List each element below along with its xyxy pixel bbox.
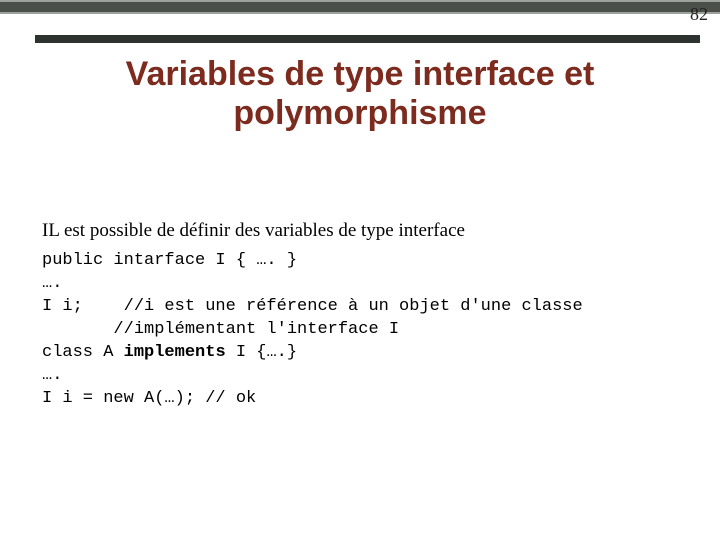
code-line: I i; //i est une référence à un objet d'… — [42, 297, 583, 316]
top-stripe — [0, 0, 720, 14]
slide-body: IL est possible de définir des variables… — [42, 220, 678, 411]
title-underline-bar — [35, 35, 700, 43]
code-keyword: implements — [124, 343, 226, 362]
code-line: I i = new A(…); // ok — [42, 389, 256, 408]
code-line: public intarface I { …. } — [42, 251, 297, 270]
lead-text: IL est possible de définir des variables… — [42, 220, 678, 242]
code-fragment: I {….} — [226, 343, 297, 362]
page-number: 82 — [690, 4, 708, 25]
code-block: public intarface I { …. } …. I i; //i es… — [42, 250, 678, 411]
code-line: class A implements I {….} — [42, 343, 297, 362]
code-line: …. — [42, 274, 62, 293]
code-line: …. — [42, 366, 62, 385]
slide: 82 Variables de type interface et polymo… — [0, 0, 720, 540]
code-line: //implémentant l'interface I — [42, 320, 399, 339]
code-fragment: class A — [42, 343, 124, 362]
slide-title: Variables de type interface et polymorph… — [60, 55, 660, 133]
